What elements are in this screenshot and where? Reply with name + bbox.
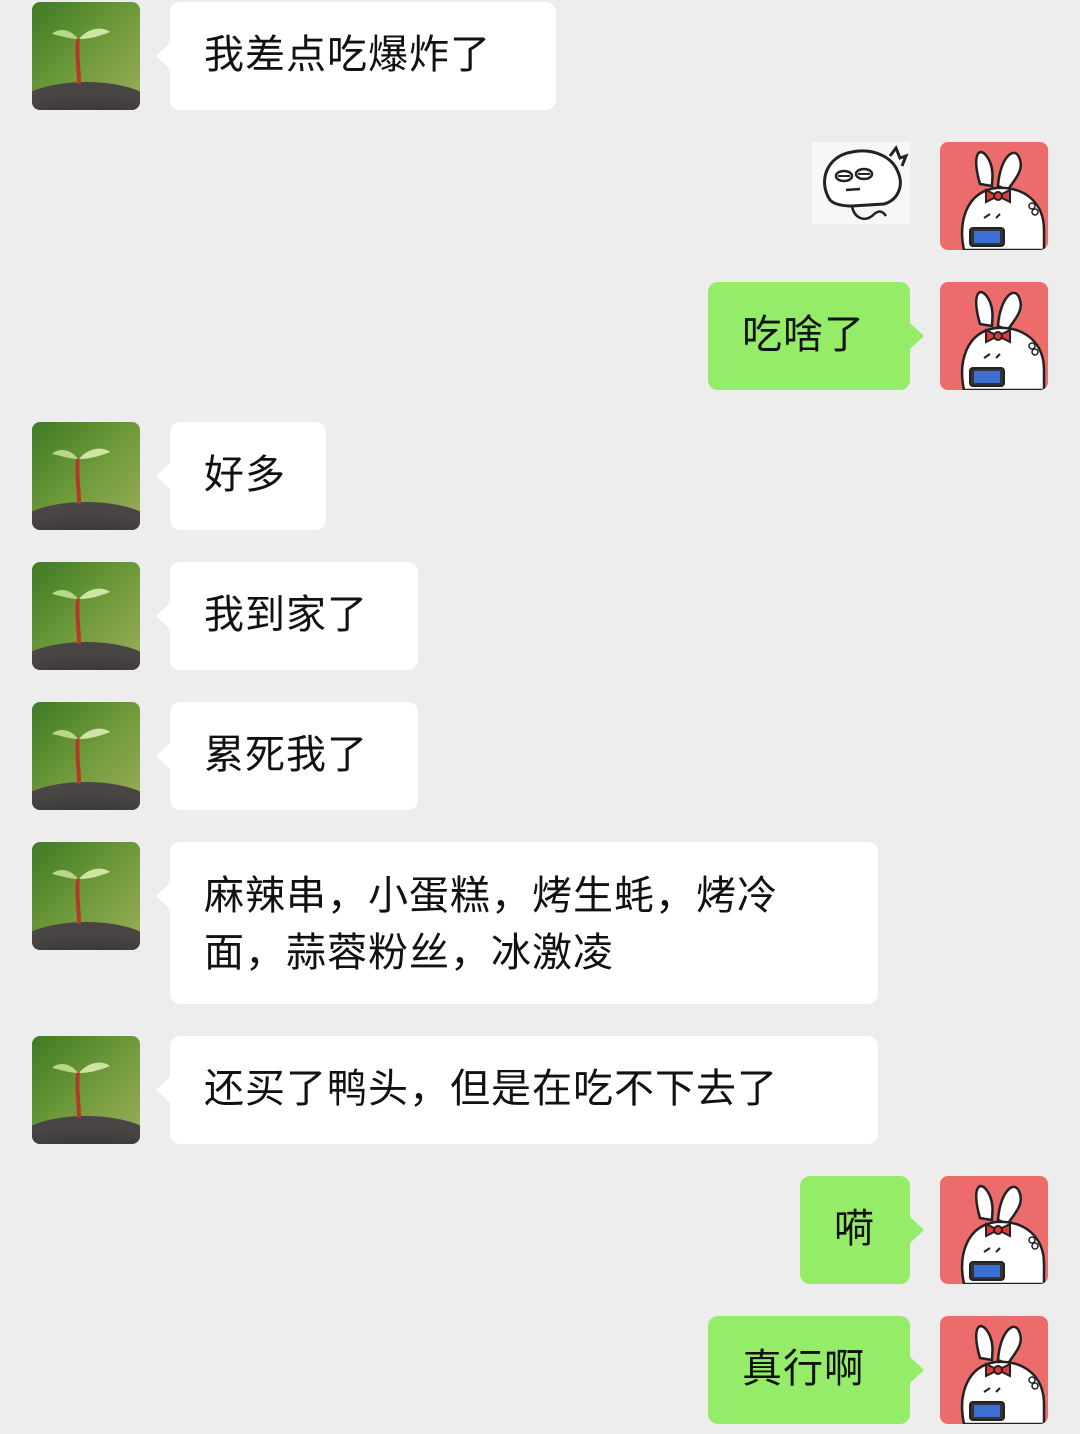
- self-avatar[interactable]: [940, 142, 1048, 250]
- message-text: 累死我了: [204, 732, 368, 778]
- bunny-bow-avatar-icon: [940, 1316, 1048, 1424]
- contact-avatar[interactable]: [32, 702, 140, 810]
- message-bubble[interactable]: 嗬: [800, 1176, 924, 1284]
- self-avatar[interactable]: [940, 1176, 1048, 1284]
- sprout-avatar-icon: [32, 842, 140, 950]
- message-text-line: 面，蒜蓉粉丝，冰激凌: [204, 930, 614, 976]
- contact-avatar[interactable]: [32, 842, 140, 950]
- message-bubble[interactable]: 吃啥了: [708, 282, 924, 390]
- message-bubble[interactable]: 累死我了: [156, 702, 418, 810]
- grumpy-face-sticker[interactable]: [812, 142, 910, 224]
- message-bubble[interactable]: 真行啊: [708, 1316, 924, 1424]
- message-bubble[interactable]: 好多: [156, 422, 326, 530]
- message-bubble[interactable]: 麻辣串，小蛋糕，烤生蚝，烤冷 面，蒜蓉粉丝，冰激凌: [156, 842, 878, 1004]
- chat-area: 我差点吃爆炸了 吃啥了 好多 我到家了 累死我了 麻辣串，小蛋糕，烤生蚝，烤冷 …: [0, 0, 1080, 1434]
- message-bubble[interactable]: 我差点吃爆炸了: [156, 2, 556, 110]
- message-text: 还买了鸭头，但是在吃不下去了: [204, 1066, 778, 1112]
- message-text: 我到家了: [204, 592, 368, 638]
- bunny-bow-avatar-icon: [940, 142, 1048, 250]
- grumpy-face-sticker-icon: [812, 142, 910, 224]
- message-text: 我差点吃爆炸了: [204, 32, 491, 78]
- message-text-line: 麻辣串，小蛋糕，烤生蚝，烤冷: [204, 873, 778, 919]
- bunny-bow-avatar-icon: [940, 1176, 1048, 1284]
- message-text: 嗬: [834, 1206, 875, 1252]
- message-text: 真行啊: [742, 1346, 865, 1392]
- contact-avatar[interactable]: [32, 562, 140, 670]
- sprout-avatar-icon: [32, 2, 140, 110]
- sprout-avatar-icon: [32, 1036, 140, 1144]
- sprout-avatar-icon: [32, 702, 140, 810]
- self-avatar[interactable]: [940, 1316, 1048, 1424]
- contact-avatar[interactable]: [32, 1036, 140, 1144]
- sprout-avatar-icon: [32, 422, 140, 530]
- message-bubble[interactable]: 我到家了: [156, 562, 418, 670]
- contact-avatar[interactable]: [32, 422, 140, 530]
- contact-avatar[interactable]: [32, 2, 140, 110]
- self-avatar[interactable]: [940, 282, 1048, 390]
- message-bubble[interactable]: 还买了鸭头，但是在吃不下去了: [156, 1036, 878, 1144]
- sprout-avatar-icon: [32, 562, 140, 670]
- message-text: 吃啥了: [742, 312, 865, 358]
- message-text: 好多: [204, 452, 286, 498]
- bunny-bow-avatar-icon: [940, 282, 1048, 390]
